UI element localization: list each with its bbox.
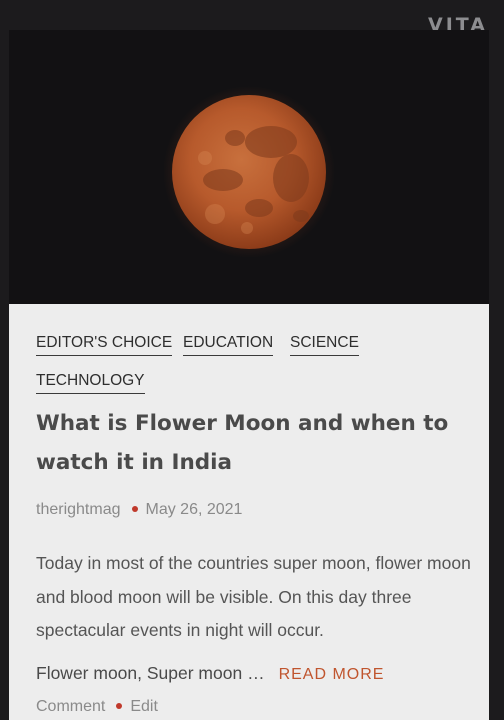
- post-date[interactable]: May 26, 2021: [146, 501, 243, 518]
- screen: VITA EDITOR'S CHOICE EDUCATION SCIENCE T…: [0, 0, 504, 720]
- post-meta: therightmag May 26, 2021: [36, 501, 242, 519]
- separator-dot: [116, 702, 123, 709]
- tag-education[interactable]: EDUCATION: [183, 334, 274, 356]
- post-author[interactable]: therightmag: [36, 501, 121, 518]
- post-excerpt-continued: Flower moon, Super moon … READ MORE: [36, 663, 476, 684]
- tag-science[interactable]: SCIENCE: [290, 334, 359, 356]
- read-more-link[interactable]: READ MORE: [279, 666, 385, 683]
- post-excerpt: Today in most of the countries super moo…: [36, 553, 471, 640]
- tag-technology[interactable]: TECHNOLOGY: [36, 372, 145, 394]
- tag-editors-choice[interactable]: EDITOR'S CHOICE: [36, 334, 173, 356]
- post-title[interactable]: What is Flower Moon and when to watch it…: [36, 404, 476, 482]
- blood-moon-image[interactable]: [9, 30, 489, 304]
- blood-moon-illustration: [9, 30, 489, 304]
- edit-link[interactable]: Edit: [130, 698, 158, 715]
- separator-dot: [131, 505, 138, 512]
- post-card: EDITOR'S CHOICE EDUCATION SCIENCE TECHNO…: [9, 304, 489, 720]
- post-footer-meta: Comment Edit: [36, 698, 158, 716]
- comment-link[interactable]: Comment: [36, 698, 105, 715]
- post-excerpt-truncated: Flower moon, Super moon …: [36, 663, 265, 683]
